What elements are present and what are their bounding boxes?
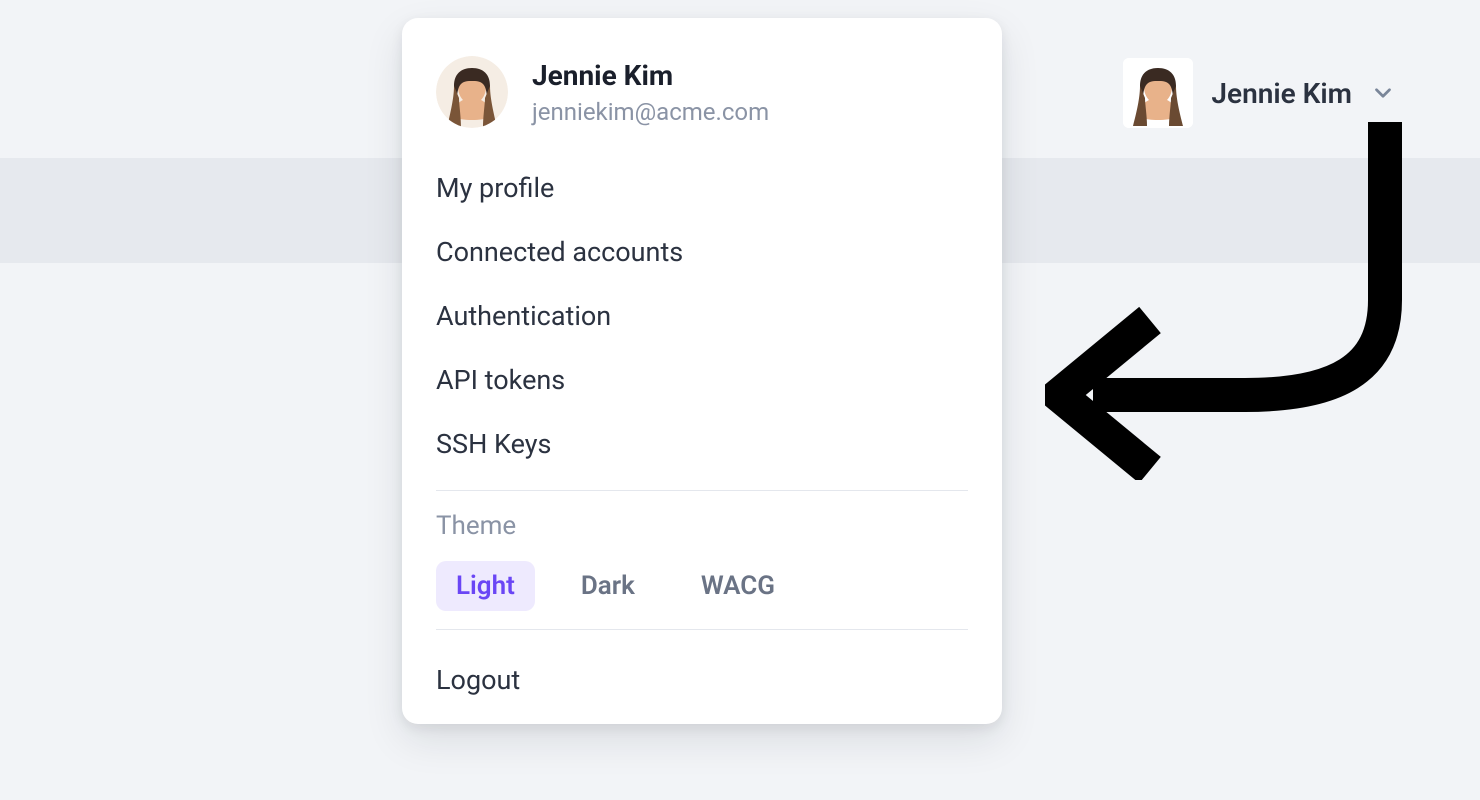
header-username: Jennie Kim [1211, 77, 1352, 110]
divider [436, 629, 968, 630]
theme-option-wacg[interactable]: WACG [681, 561, 795, 611]
dropdown-header: Jennie Kim jenniekim@acme.com [402, 56, 1002, 148]
dropdown-user-name: Jennie Kim [532, 59, 769, 92]
menu-item-authentication[interactable]: Authentication [436, 284, 968, 348]
avatar-icon [1123, 58, 1193, 128]
theme-options: Light Dark WACG [436, 561, 968, 611]
header-avatar [1123, 58, 1193, 128]
dropdown-user-email: jenniekim@acme.com [532, 98, 769, 126]
theme-section: Theme Light Dark WACG [402, 505, 1002, 615]
divider [436, 490, 968, 491]
avatar-icon [436, 56, 508, 128]
logout-section: Logout [402, 644, 1002, 696]
theme-option-dark[interactable]: Dark [561, 561, 655, 611]
dropdown-menu-list: My profile Connected accounts Authentica… [402, 148, 1002, 476]
theme-option-light[interactable]: Light [436, 561, 535, 611]
menu-item-connected-accounts[interactable]: Connected accounts [436, 220, 968, 284]
header-user-chip[interactable]: Jennie Kim [1123, 58, 1396, 128]
dropdown-avatar [436, 56, 508, 128]
dropdown-user-info: Jennie Kim jenniekim@acme.com [532, 59, 769, 126]
menu-item-ssh-keys[interactable]: SSH Keys [436, 412, 968, 476]
user-dropdown-panel: Jennie Kim jenniekim@acme.com My profile… [402, 18, 1002, 724]
theme-section-label: Theme [436, 511, 968, 541]
menu-item-logout[interactable]: Logout [436, 650, 968, 696]
chevron-down-icon [1370, 80, 1396, 106]
menu-item-my-profile[interactable]: My profile [436, 156, 968, 220]
menu-item-api-tokens[interactable]: API tokens [436, 348, 968, 412]
